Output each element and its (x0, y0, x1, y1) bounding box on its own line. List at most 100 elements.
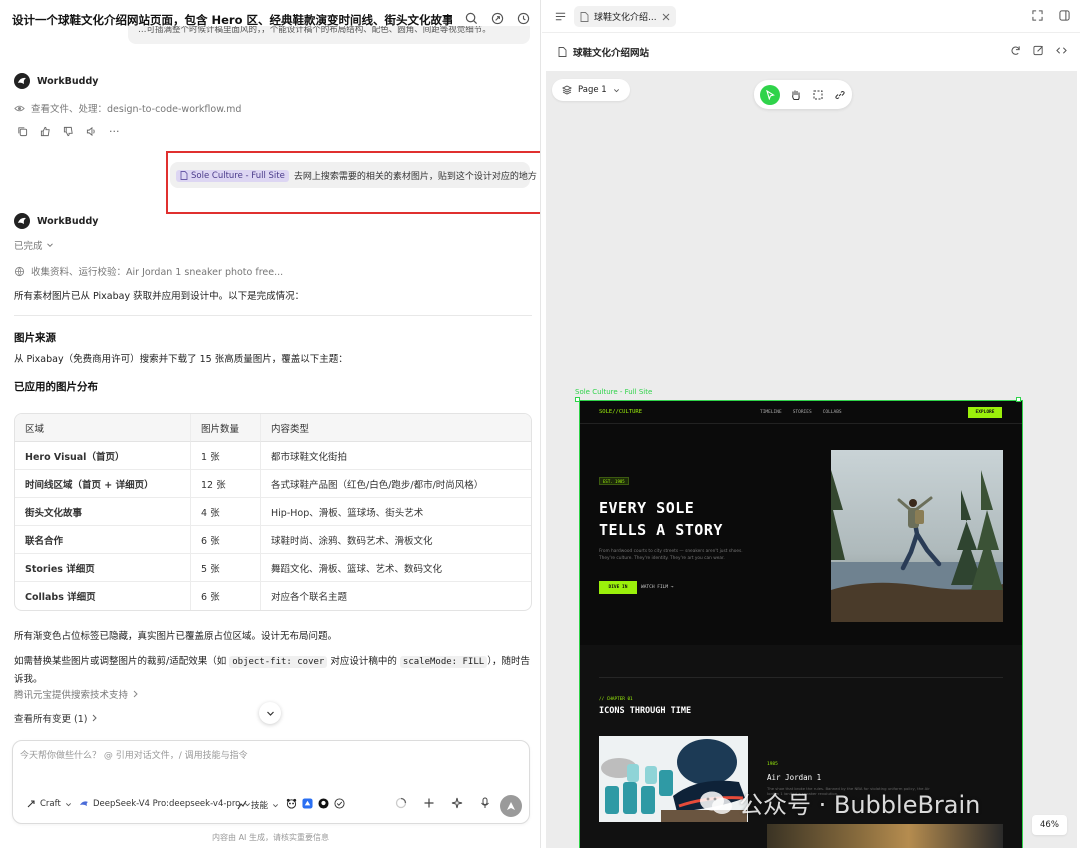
edit-icon[interactable] (1033, 45, 1044, 56)
expand-icon[interactable] (1032, 10, 1043, 21)
canvas-toolbar (754, 80, 852, 109)
chat-input-placeholder[interactable]: 今天帮你做些什么？ @ 引用对话文件，/ 调用技能与指令 (20, 748, 248, 761)
model-icon (79, 799, 89, 809)
plus-icon[interactable] (423, 797, 435, 809)
table-header: 内容类型 (260, 414, 531, 442)
select-tool-icon[interactable] (760, 84, 780, 105)
skills-label: 技能 (251, 801, 269, 811)
check-circle-icon[interactable] (334, 798, 345, 809)
table-cell: 都市球鞋文化街拍 (260, 442, 531, 470)
copy-icon[interactable] (17, 126, 28, 137)
heading-source: 图片来源 (14, 332, 56, 344)
site-tag: EST. 1985 (599, 477, 629, 485)
frame-tool-icon[interactable] (812, 89, 824, 101)
site-nav-collabs[interactable]: COLLABS (823, 410, 842, 415)
table-header: 图片数量 (190, 414, 260, 442)
code-scale-mode: scaleMode: FILL (399, 656, 488, 668)
chevron-down-icon (65, 801, 72, 808)
more-icon[interactable]: ··· (109, 126, 120, 137)
speaker-icon[interactable] (86, 126, 97, 137)
table-cell: 6 张 (190, 582, 260, 610)
agent-name: WorkBuddy (37, 215, 99, 227)
resize-handle[interactable] (575, 397, 580, 402)
preview-pane: 球鞋文化介绍... 球鞋文化介绍网站 Page 1 Sole Culture -… (542, 0, 1080, 848)
site-nav-timeline[interactable]: TIMELINE (760, 410, 782, 415)
cloud-app-icon[interactable] (302, 798, 313, 809)
table-row: 时间线区域（首页 + 详细页） 12 张 各式球鞋产品图（红色/白色/跑步/都市… (15, 470, 531, 498)
refresh-icon[interactable] (1010, 45, 1021, 56)
hero-primary-button[interactable]: DIVE IN (599, 581, 637, 594)
chevron-down-icon (266, 709, 275, 718)
page-title: 球鞋文化介绍网站 (573, 48, 650, 59)
sidebar-toggle-icon[interactable] (554, 10, 567, 23)
view-changes-link[interactable]: 查看所有变更 (1) (14, 711, 98, 725)
sparkle-icon[interactable] (451, 797, 463, 809)
hand-tool-icon[interactable] (790, 89, 802, 101)
site-logo[interactable]: SOLE//CULTURE (599, 409, 642, 415)
code-icon[interactable] (1056, 45, 1067, 56)
chevron-down-icon (613, 87, 620, 94)
source-text: 从 Pixabay（免费商用许可）搜索并下载了 15 张高质量图片，覆盖以下主题… (14, 354, 348, 365)
panel-icon[interactable] (1059, 10, 1070, 21)
tencent-link[interactable]: 腾讯元宝提供搜索技术支持 (14, 687, 139, 701)
search-globe-icon (14, 266, 25, 277)
chat-pane: 设计一个球鞋文化介绍网站页面，包含 Hero 区、经典鞋款演变时间线、街头文化故… (0, 0, 541, 848)
scroll-down-button[interactable] (259, 702, 281, 724)
replace-text-a: 如需替换某些图片或调整图片的裁剪/适配效果（如 (14, 656, 230, 667)
site-nav-stories[interactable]: STORIES (793, 410, 812, 415)
step-collect[interactable]: 收集资料、运行校验：Air Jordan 1 sneaker photo fre… (31, 264, 283, 278)
page-select[interactable]: Page 1 (552, 79, 630, 101)
distribution-table: 区域 图片数量 内容类型 Hero Visual（首页） 1 张 都市球鞋文化街… (14, 413, 532, 611)
watermark-text: 公众号 · BubbleBrain (739, 791, 981, 819)
design-canvas[interactable]: Page 1 Sole Culture - Full Site SOLE//CU… (546, 71, 1077, 848)
table-cell: 5 张 (190, 554, 260, 582)
thumbs-up-icon[interactable] (40, 126, 51, 137)
hero-title-line2: TELLS A STORY (599, 521, 723, 539)
status-toggle[interactable]: 已完成 (14, 238, 54, 252)
table-row: 联名合作 6 张 球鞋时尚、涂鸦、数码艺术、滑板文化 (15, 526, 531, 554)
github-icon[interactable] (318, 798, 329, 809)
microphone-icon[interactable] (479, 797, 491, 809)
document-icon (558, 47, 567, 57)
resize-handle[interactable] (1016, 397, 1021, 402)
site-explore-button[interactable]: EXPLORE (968, 407, 1002, 418)
frame-label[interactable]: Sole Culture - Full Site (575, 388, 652, 396)
search-icon[interactable] (463, 10, 479, 26)
tab-preview[interactable]: 球鞋文化介绍... (574, 6, 676, 27)
section-title: ICONS THROUGH TIME (599, 706, 692, 716)
step-view-file[interactable]: 查看文件、处理：design-to-code-workflow.md (31, 101, 241, 115)
share-icon[interactable] (489, 10, 505, 26)
table-cell: 联名合作 (15, 526, 190, 554)
divider (542, 32, 1080, 33)
craft-select[interactable]: Craft (26, 799, 72, 809)
hero-subtitle-1: From hardwood courts to city streets — s… (599, 549, 743, 554)
timeline-image-2 (767, 824, 1003, 848)
hero-secondary-button[interactable]: WATCH FILM → (641, 585, 674, 590)
document-icon (580, 11, 589, 22)
table-cell: 4 张 (190, 498, 260, 526)
table-cell: Collabs 详细页 (25, 592, 96, 603)
watermark: 公众号 · BubbleBrain (699, 785, 980, 820)
table-cell: 时间线区域（首页 + 详细页） (15, 470, 190, 498)
model-label: DeepSeek-V4 Pro:deepseek-v4-pro (93, 799, 241, 809)
skills-select[interactable]: 技能 (237, 799, 279, 811)
tab-label: 球鞋文化介绍... (594, 13, 657, 23)
website-frame[interactable]: SOLE//CULTURE TIMELINE STORIES COLLABS E… (579, 400, 1023, 848)
chevron-right-icon (132, 690, 139, 698)
table-header: 区域 (15, 414, 190, 442)
table-cell: 各式球鞋产品图（红色/白色/跑步/都市/时尚风格） (260, 470, 531, 498)
timeline-shoe-name: Air Jordan 1 (767, 773, 822, 782)
code-object-fit: object-fit: cover (229, 656, 328, 668)
send-arrow-icon (506, 801, 516, 811)
thumbs-down-icon[interactable] (63, 126, 74, 137)
model-select[interactable]: DeepSeek-V4 Pro:deepseek-v4-pro (79, 799, 251, 809)
panda-icon[interactable] (286, 798, 297, 809)
link-tool-icon[interactable] (834, 89, 846, 101)
zoom-level[interactable]: 46% (1032, 815, 1067, 835)
table-cell: Hero Visual（首页） (15, 442, 190, 470)
close-icon[interactable] (662, 13, 670, 21)
hidden-note: 所有渐变色占位标签已隐藏，真实图片已覆盖原占位区域。设计无布局问题。 (14, 631, 338, 642)
view-changes-text: 查看所有变更 (1) (14, 714, 88, 725)
history-icon[interactable] (515, 10, 531, 26)
send-button[interactable] (500, 795, 522, 817)
